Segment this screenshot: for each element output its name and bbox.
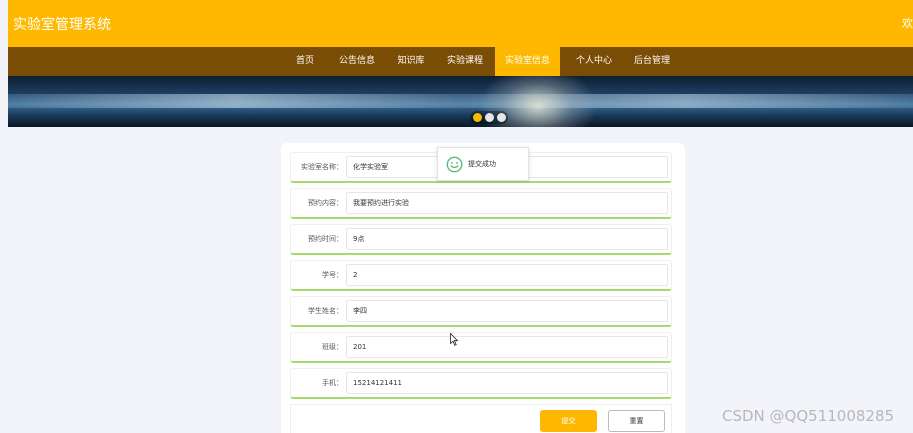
time-label: 预约时间：: [308, 235, 343, 243]
carousel-dot-2[interactable]: [485, 113, 494, 122]
form-row-student-name: 学生姓名： 李四: [290, 296, 672, 327]
carousel-dot-3[interactable]: [497, 113, 506, 122]
student-id-label: 学号：: [322, 271, 343, 279]
smile-icon: [446, 156, 463, 173]
top-header: 实验室管理系统 欢: [8, 0, 913, 47]
nav-item-lab-info[interactable]: 实验室信息: [495, 47, 560, 76]
student-id-field[interactable]: 2: [346, 264, 668, 286]
mouse-cursor-icon: [450, 333, 458, 346]
welcome-text: 欢: [902, 17, 913, 30]
main-nav: 首页 公告信息 知识库 实验课程 实验室信息 个人中心 后台管理: [8, 47, 913, 76]
form-row-student-id: 学号： 2: [290, 260, 672, 291]
phone-label: 手机：: [322, 379, 343, 387]
success-toast: 提交成功: [437, 147, 529, 181]
nav-item-courses[interactable]: 实验课程: [441, 47, 489, 76]
watermark: CSDN @QQ511008285: [722, 407, 895, 425]
time-field[interactable]: 9点: [346, 228, 668, 250]
form-row-time: 预约时间： 9点: [290, 224, 672, 255]
student-name-label: 学生姓名：: [308, 307, 343, 315]
nav-item-admin[interactable]: 后台管理: [628, 47, 676, 76]
class-label: 班级：: [322, 343, 343, 351]
form-row-class: 班级： 201: [290, 332, 672, 363]
form-row-phone: 手机： 15214121411: [290, 368, 672, 399]
reservation-form: 实验室名称： 化学实验室 预约内容： 我要预约进行实验 预约时间： 9点 学号：…: [281, 143, 685, 433]
content-field[interactable]: 我要预约进行实验: [346, 192, 668, 214]
student-name-field[interactable]: 李四: [346, 300, 668, 322]
class-field[interactable]: 201: [346, 336, 668, 358]
form-row-content: 预约内容： 我要预约进行实验: [290, 188, 672, 219]
phone-field[interactable]: 15214121411: [346, 372, 668, 394]
app-title: 实验室管理系统: [13, 17, 111, 33]
submit-button[interactable]: 提交: [540, 410, 597, 432]
carousel-indicator: [470, 111, 508, 124]
reset-button[interactable]: 重置: [608, 410, 665, 432]
banner-carousel: [8, 76, 913, 127]
nav-item-home[interactable]: 首页: [290, 47, 320, 76]
nav-item-personal-center[interactable]: 个人中心: [570, 47, 618, 76]
carousel-dot-1[interactable]: [473, 113, 482, 122]
toast-message: 提交成功: [468, 160, 496, 168]
nav-item-notices[interactable]: 公告信息: [333, 47, 381, 76]
content-label: 预约内容：: [308, 199, 343, 207]
form-actions: 提交 重置: [290, 404, 672, 433]
nav-item-knowledge-base[interactable]: 知识库: [393, 47, 429, 76]
banner-image: [8, 94, 913, 108]
lab-name-label: 实验室名称：: [301, 163, 343, 171]
